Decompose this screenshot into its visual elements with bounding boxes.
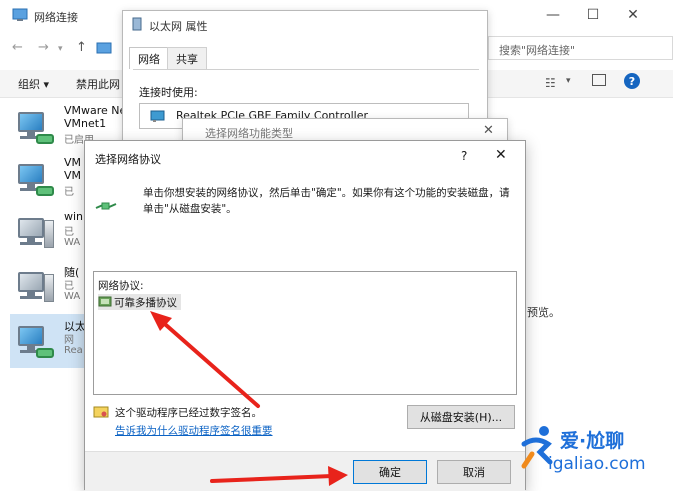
annotation-arrows bbox=[150, 311, 348, 486]
site-watermark: 爱·尬聊 igaliao.com bbox=[516, 420, 673, 490]
arrow-to-ok-button bbox=[210, 466, 348, 486]
watermark-brand: 爱·尬聊 bbox=[560, 430, 625, 452]
watermark-url: igaliao.com bbox=[548, 454, 646, 474]
arrow-to-protocol bbox=[150, 311, 260, 408]
